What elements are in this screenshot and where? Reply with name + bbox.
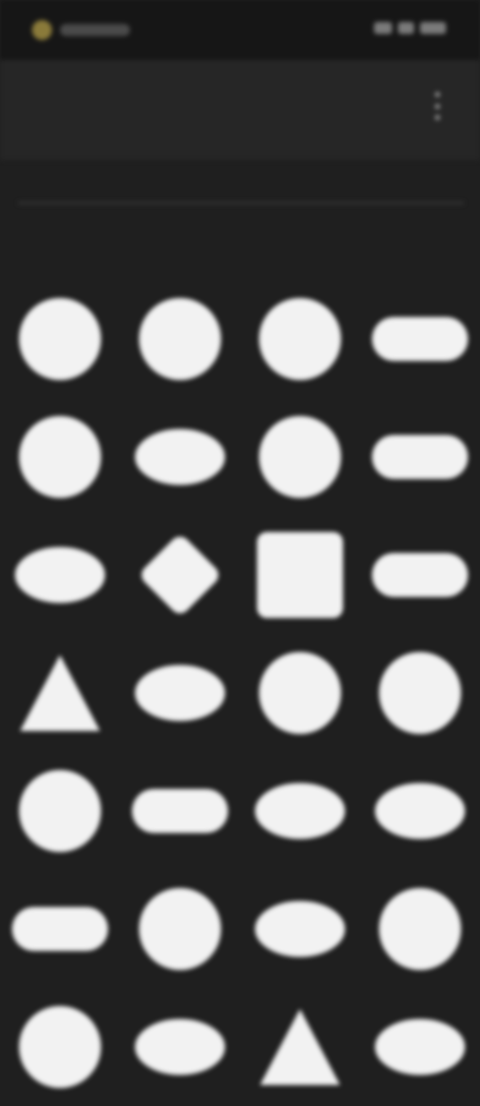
wifi-icon [398, 22, 414, 34]
shape-item[interactable] [360, 398, 480, 516]
wide-shape-icon [12, 907, 108, 951]
ellipse-shape-icon [135, 665, 225, 721]
ellipse-shape-icon [255, 901, 345, 957]
shape-item[interactable] [360, 634, 480, 752]
circle-shape-icon [259, 298, 341, 380]
circle-shape-icon [379, 652, 461, 734]
shape-item[interactable] [0, 280, 120, 398]
wide-shape-icon [372, 435, 468, 479]
shape-item[interactable] [0, 988, 120, 1106]
circle-shape-icon [259, 652, 341, 734]
status-icons [374, 22, 446, 34]
signal-icon [374, 22, 392, 34]
shape-grid [0, 280, 480, 1106]
battery-icon [420, 22, 446, 34]
shape-item[interactable] [120, 752, 240, 870]
app-header [0, 60, 480, 160]
circle-shape-icon [19, 416, 101, 498]
circle-shape-icon [139, 888, 221, 970]
shape-item[interactable] [360, 988, 480, 1106]
shape-item[interactable] [360, 516, 480, 634]
shape-item[interactable] [360, 280, 480, 398]
shape-item[interactable] [240, 398, 360, 516]
wide-shape-icon [372, 317, 468, 361]
ellipse-shape-icon [15, 547, 105, 603]
ellipse-shape-icon [135, 429, 225, 485]
tab-category-4[interactable] [375, 218, 480, 270]
notification-icon [32, 20, 52, 40]
ellipse-shape-icon [135, 1019, 225, 1075]
status-bar [0, 0, 480, 60]
wide-shape-icon [372, 553, 468, 597]
triangle-shape-icon [20, 655, 100, 731]
more-vertical-icon[interactable] [432, 92, 442, 120]
ellipse-shape-icon [375, 1019, 465, 1075]
circle-shape-icon [19, 770, 101, 852]
shape-item[interactable] [240, 634, 360, 752]
status-time [60, 24, 130, 36]
tab-recent[interactable] [0, 218, 60, 270]
shape-item[interactable] [0, 870, 120, 988]
shape-item[interactable] [240, 280, 360, 398]
ellipse-shape-icon [255, 783, 345, 839]
shape-item[interactable] [240, 988, 360, 1106]
shape-item[interactable] [0, 752, 120, 870]
circle-shape-icon [19, 298, 101, 380]
tab-category-3[interactable] [270, 218, 375, 270]
shape-item[interactable] [240, 752, 360, 870]
circle-shape-icon [19, 1006, 101, 1088]
shape-item[interactable] [0, 634, 120, 752]
tab-category-1[interactable] [60, 218, 165, 270]
shape-item[interactable] [120, 634, 240, 752]
search-field[interactable] [18, 160, 464, 204]
shape-item[interactable] [120, 516, 240, 634]
ellipse-shape-icon [375, 783, 465, 839]
circle-shape-icon [139, 298, 221, 380]
shape-item[interactable] [240, 516, 360, 634]
diamond-shape-icon [137, 532, 223, 618]
square-shape-icon [257, 532, 343, 618]
circle-shape-icon [259, 416, 341, 498]
shape-item[interactable] [120, 398, 240, 516]
circle-shape-icon [379, 888, 461, 970]
status-left [32, 20, 130, 40]
shape-item[interactable] [360, 870, 480, 988]
wide-shape-icon [132, 789, 228, 833]
category-tabs [0, 218, 480, 270]
shape-item[interactable] [120, 988, 240, 1106]
shape-item[interactable] [120, 870, 240, 988]
shape-item[interactable] [0, 398, 120, 516]
tab-category-2[interactable] [165, 218, 270, 270]
shape-item[interactable] [240, 870, 360, 988]
shape-item[interactable] [0, 516, 120, 634]
shape-item[interactable] [120, 280, 240, 398]
shape-item[interactable] [360, 752, 480, 870]
triangle-shape-icon [260, 1009, 340, 1085]
